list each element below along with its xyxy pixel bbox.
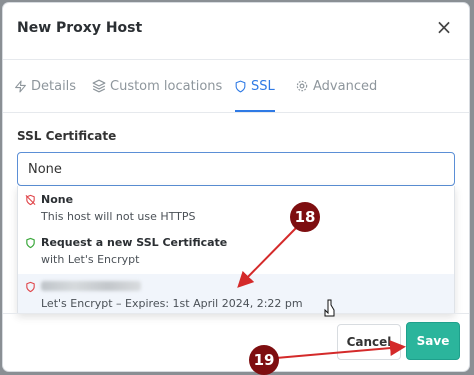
annotation-badge-19: 19	[249, 345, 279, 375]
annotation-badge-18: 18	[290, 202, 320, 232]
annotation-overlay	[237, 227, 406, 359]
mouse-pointer-icon	[324, 299, 335, 317]
annotation-arrow-18	[237, 227, 297, 288]
annotation-arrow-19	[275, 340, 406, 359]
